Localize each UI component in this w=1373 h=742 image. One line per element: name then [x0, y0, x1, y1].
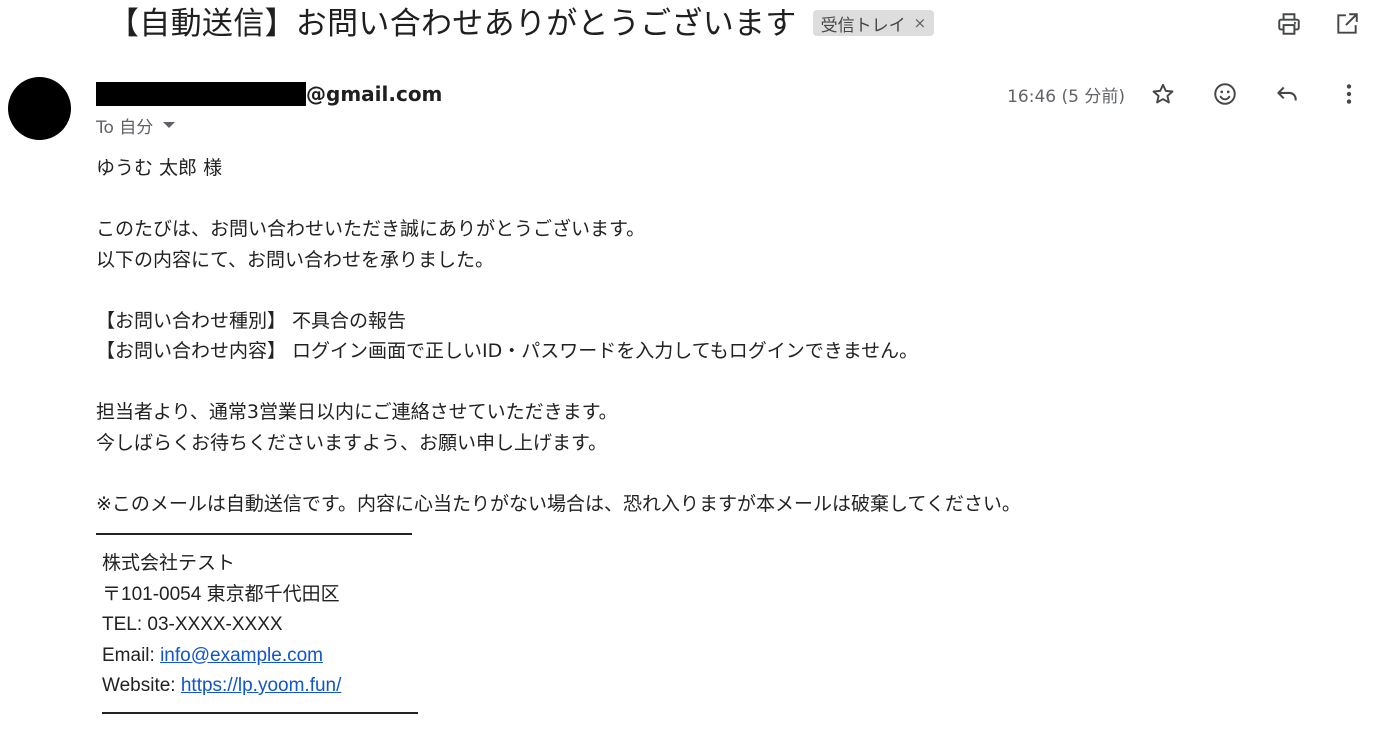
- signature-website-label: Website:: [102, 675, 181, 696]
- inquiry-type-field: 【お問い合わせ種別】 不具合の報告: [96, 309, 407, 332]
- sender-avatar[interactable]: [8, 77, 71, 140]
- message-timestamp: 16:46 (5 分前): [1007, 86, 1125, 107]
- signature-email-label: Email:: [102, 644, 161, 666]
- reply-icon: [1277, 86, 1297, 101]
- more-options-button[interactable]: [1333, 78, 1365, 110]
- signature-block: 株式会社テスト 〒101-0054 東京都千代田区 TEL: 03-XXXX-X…: [102, 549, 1346, 702]
- signature-website-link[interactable]: https://lp.yoom.fun/: [181, 675, 342, 696]
- open-in-new-icon: [1337, 13, 1358, 34]
- body-text-line: このたびは、お問い合わせいただき誠にありがとうございます。: [96, 218, 646, 240]
- signature-divider-top: [96, 533, 412, 535]
- recipient-text: To 自分: [96, 117, 154, 138]
- auto-send-notice: ※このメールは自動送信です。内容に心当たりがない場合は、恐れ入りますが本メールは…: [96, 492, 1021, 515]
- inbox-label-chip[interactable]: 受信トレイ ×: [812, 10, 935, 36]
- more-vert-icon: [1346, 84, 1352, 104]
- message-actions: 16:46 (5 分前): [1007, 78, 1365, 110]
- star-button[interactable]: [1147, 78, 1179, 110]
- message-body: ゆうむ 太郎 様 このたびは、お問い合わせいただき誠にありがとうございます。 以…: [96, 153, 1346, 728]
- sender-line: @gmail.com: [96, 80, 442, 108]
- top-actions: [1273, 8, 1363, 40]
- signature-tel: TEL: 03-XXXX-XXXX: [102, 614, 283, 635]
- show-details-chevron-icon[interactable]: [163, 122, 176, 128]
- printer-icon: [1278, 13, 1300, 35]
- signature-address: 〒101-0054 東京都千代田区: [102, 583, 340, 605]
- add-reaction-button[interactable]: [1209, 78, 1241, 110]
- body-text-line: 今しばらくお待ちくださいますよう、お願い申し上げます。: [96, 431, 608, 454]
- reply-button[interactable]: [1271, 78, 1303, 110]
- inquiry-content-field: 【お問い合わせ内容】 ログイン画面で正しいID・パスワードを入力してもログインで…: [96, 340, 919, 362]
- sender-email-domain[interactable]: @gmail.com: [306, 82, 442, 106]
- email-view: 【自動送信】お問い合わせありがとうございます 受信トレイ × @gmail.co…: [0, 0, 1373, 742]
- star-icon: [1152, 83, 1174, 104]
- label-text: 受信トレイ: [820, 15, 906, 36]
- signature-website-line: Website: https://lp.yoom.fun/: [102, 671, 1346, 702]
- remove-label-button[interactable]: ×: [914, 14, 927, 32]
- signature-company: 株式会社テスト: [102, 553, 236, 574]
- print-button[interactable]: [1273, 8, 1305, 40]
- body-text-line: 以下の内容にて、お問い合わせを承りました。: [96, 248, 495, 271]
- body-text-line: 担当者より、通常3営業日以内にご連絡させていただきます。: [96, 401, 618, 423]
- greeting: ゆうむ 太郎 様: [96, 157, 223, 179]
- open-in-new-window-button[interactable]: [1331, 8, 1363, 40]
- subject-title: 【自動送信】お問い合わせありがとうございます: [108, 6, 797, 42]
- signature-email-link[interactable]: info@example.com: [160, 645, 323, 666]
- emoji-icon: [1214, 83, 1236, 105]
- subject-row: 【自動送信】お問い合わせありがとうございます 受信トレイ ×: [108, 0, 935, 48]
- recipient-line: To 自分: [96, 113, 176, 138]
- signature-email-line: Email: info@example.com: [102, 641, 1346, 672]
- redacted-sender-name: [96, 82, 306, 106]
- signature-divider-bottom: [102, 711, 418, 714]
